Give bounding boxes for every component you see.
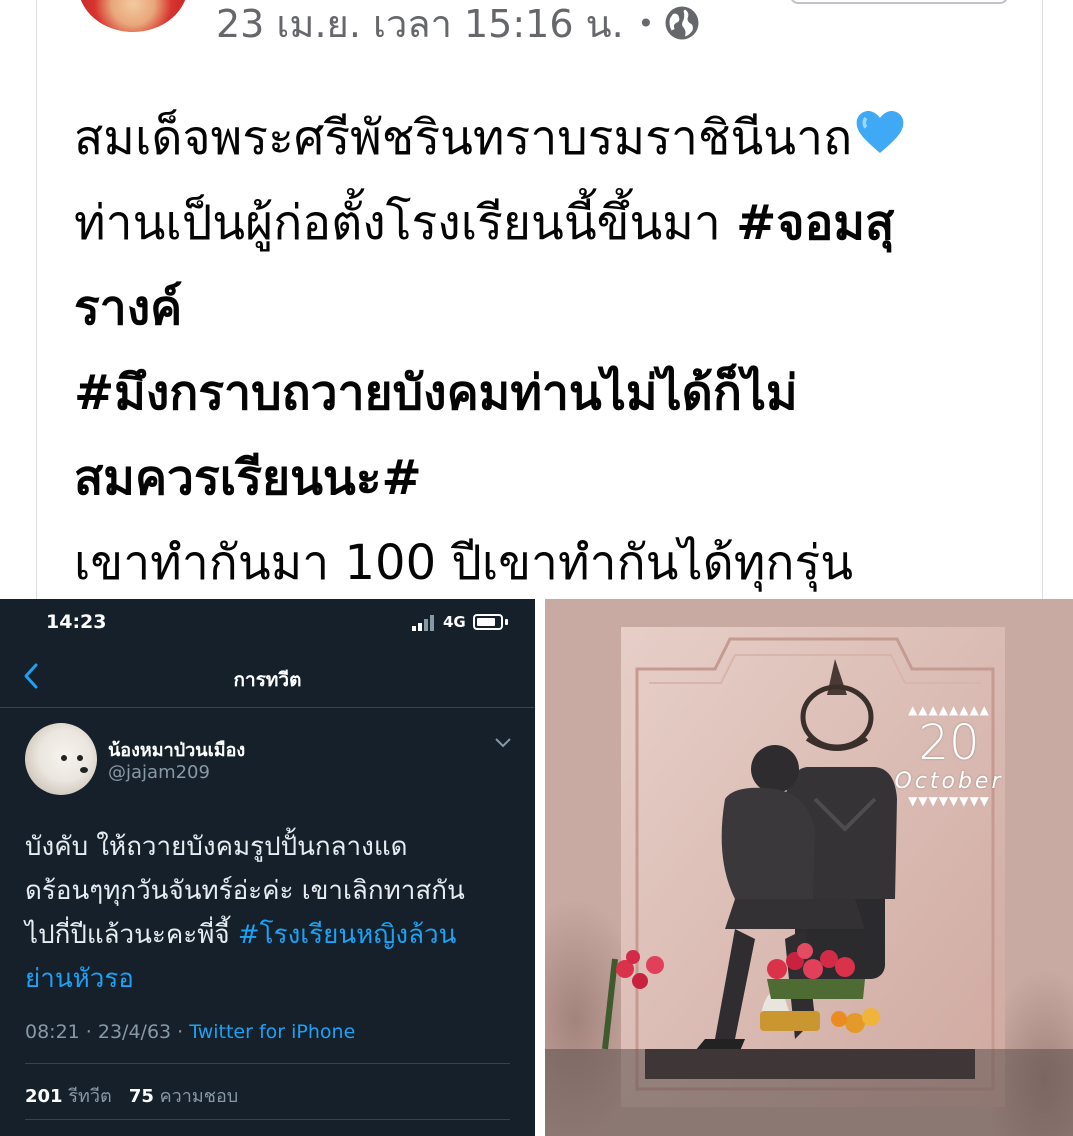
tweet-text-line: บังคับ ให้ถวายบังคมรูปปั้นกลางแด — [25, 832, 408, 862]
more-button[interactable] — [790, 0, 1008, 4]
tweet-body: บังคับ ให้ถวายบังคมรูปปั้นกลางแด ดร้อนๆท… — [25, 825, 515, 1001]
post-text-line: สมเด็จพระศรีพัชรินทราบรมราชินีนาถ — [74, 110, 853, 166]
statue-illustration — [545, 599, 1073, 1136]
like-label[interactable]: ความชอบ — [160, 1086, 239, 1107]
divider — [25, 1119, 510, 1120]
post-line-2: ท่านเป็นผู้ก่อตั้งโรงเรียนนี้ขึ้นมา #จอม… — [74, 181, 1014, 266]
tweet-client-link[interactable]: Twitter for iPhone — [189, 1021, 355, 1043]
post-text-line: ท่านเป็นผู้ก่อตั้งโรงเรียนนี้ขึ้นมา — [74, 195, 737, 251]
post-text-line: เขาทำกันมา 100 ปีเขาทำกันได้ทุกรุ่น — [74, 535, 854, 591]
hashtag-link[interactable]: #จอมสุ — [736, 195, 894, 251]
post-card-left-border — [36, 0, 37, 600]
network-label: 4G — [443, 613, 466, 631]
date-month: October — [894, 769, 1004, 794]
hashtag-link-continued[interactable]: รางค์ — [74, 266, 1014, 351]
tweet-time-text: 08:21 · 23/4/63 · — [25, 1021, 190, 1043]
post-meta: 23 เม.ย. เวลา 15:16 น. • — [216, 0, 700, 46]
avatar-eye — [77, 755, 83, 761]
globe-icon[interactable] — [664, 5, 700, 41]
hashtag-link-continued[interactable]: สมควรเรียนนะ# — [74, 436, 1014, 521]
hashtag-link[interactable]: #มึงกราบถวายบังคมท่านไม่ได้ก็ไม่ — [74, 351, 1014, 436]
avatar-nose — [80, 767, 88, 773]
nav-title: การทวีต — [233, 669, 302, 691]
retweet-count[interactable]: 201 — [25, 1086, 63, 1107]
tweet-author-name[interactable]: น้องหมาป่วนเมือง — [108, 735, 245, 764]
date-day: 20 — [918, 715, 980, 771]
retweet-label[interactable]: รีทวีต — [68, 1086, 111, 1107]
battery-icon — [473, 614, 503, 630]
post-card-right-border — [1042, 0, 1043, 600]
author-avatar[interactable] — [78, 0, 188, 32]
statue-photo-image[interactable]: ▲▲▲▲▲▲▲▲ 20 October ▼▼▼▼▼▼▼▼ — [545, 599, 1073, 1136]
triangle-row-bottom: ▼▼▼▼▼▼▼▼ — [908, 794, 990, 808]
tweet-timestamp: 08:21 · 23/4/63 · Twitter for iPhone — [25, 1021, 355, 1043]
signal-icon — [412, 615, 434, 631]
divider — [25, 1063, 510, 1064]
avatar-eye — [61, 755, 67, 761]
phone-status-bar: 14:23 4G — [0, 599, 535, 647]
tweet-author-avatar[interactable] — [25, 723, 97, 795]
tweet-hashtag-link[interactable]: #โรงเรียนหญิงล้วน — [238, 920, 457, 950]
like-count[interactable]: 75 — [129, 1086, 154, 1107]
tweet-text: ไปกี่ปีแล้วนะคะพี่จี้ — [25, 920, 238, 950]
tweet-screenshot-image[interactable]: 14:23 4G การทวีต น้องหมาป่วนเมือง @jajam… — [0, 599, 535, 1136]
battery-tip — [505, 619, 508, 625]
post-body: สมเด็จพระศรีพัชรินทราบรมราชินีนาถ ท่านเป… — [74, 96, 1014, 606]
blue-heart-icon — [856, 111, 904, 153]
tweet-stats: 201 รีทวีต 75 ความชอบ — [25, 1081, 238, 1110]
tweet-text-line: ไปกี่ปีแล้วนะคะพี่จี้ #โรงเรียนหญิงล้วน — [25, 913, 515, 957]
date-overlay: ▲▲▲▲▲▲▲▲ 20 October ▼▼▼▼▼▼▼▼ — [889, 703, 1009, 808]
tweet-author-handle[interactable]: @jajam209 — [108, 762, 210, 783]
chevron-down-icon[interactable] — [494, 737, 512, 749]
status-time: 14:23 — [46, 611, 107, 633]
tweet-nav-bar: การทวีต — [0, 647, 535, 708]
post-line-1: สมเด็จพระศรีพัชรินทราบรมราชินีนาถ — [74, 96, 1014, 181]
meta-separator: • — [637, 6, 655, 40]
tweet-text-line: ดร้อนๆทุกวันจันทร์อ่ะค่ะ เขาเลิกทาสกัน — [25, 876, 465, 906]
tweet-hashtag-link-continued[interactable]: ย่านหัวรอ — [25, 957, 515, 1001]
post-timestamp[interactable]: 23 เม.ย. เวลา 15:16 น. — [216, 0, 624, 54]
